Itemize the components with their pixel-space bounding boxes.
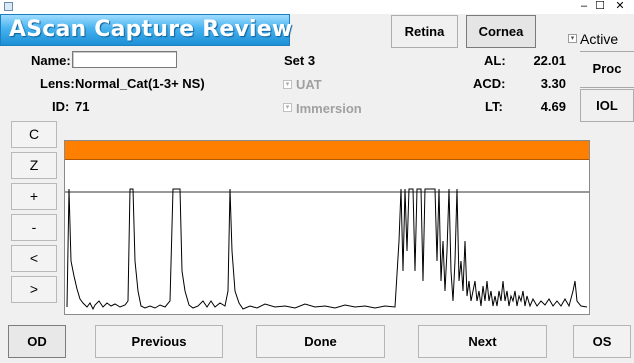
ascan-plot[interactable] [64,140,590,315]
proc-divider-bottom [580,87,634,88]
cornea-button[interactable]: Cornea [466,15,536,48]
close-icon[interactable]: ✕ [606,0,634,14]
immersion-checkbox: ▾ [283,103,292,112]
zoom-button[interactable]: Z [11,152,57,179]
lt-label: LT: [485,99,503,114]
app-icon [4,2,13,11]
scroll-left-button[interactable]: < [11,245,57,272]
clear-button[interactable]: C [11,121,57,148]
iol-button[interactable]: IOL [580,89,634,122]
next-button[interactable]: Next [418,325,547,358]
lens-value: Normal_Cat(1-3+ NS) [75,76,205,91]
retina-button[interactable]: Retina [391,15,458,48]
app-banner: AScan Capture Review [0,14,293,46]
lens-label: Lens: [40,76,75,91]
proc-button[interactable]: Proc [580,52,634,86]
id-value: 71 [75,99,90,114]
app-title: AScan Capture Review [9,17,293,42]
done-button[interactable]: Done [256,325,385,358]
set-label: Set 3 [284,53,316,68]
uat-label: UAT [296,77,322,92]
ascan-waveform [65,188,589,311]
name-input[interactable] [72,51,177,68]
acd-label: ACD: [473,76,506,91]
gain-up-button[interactable]: + [11,183,57,210]
od-button[interactable]: OD [8,325,66,358]
acd-value: 3.30 [540,76,566,91]
uat-checkbox: ▾ [283,80,292,89]
gain-down-button[interactable]: - [11,214,57,241]
scroll-right-button[interactable]: > [11,276,57,303]
immersion-label: Immersion [296,101,362,116]
os-button[interactable]: OS [573,325,631,358]
window-titlebar: – ☐ ✕ [0,0,634,14]
name-label: Name: [31,53,71,68]
al-value: 22.01 [533,53,566,68]
active-checkbox[interactable]: ▾ [568,34,577,43]
previous-button[interactable]: Previous [95,325,223,358]
lt-value: 4.69 [540,99,566,114]
al-label: AL: [484,53,506,68]
active-label: Active [580,31,619,47]
id-label: ID: [52,99,70,114]
